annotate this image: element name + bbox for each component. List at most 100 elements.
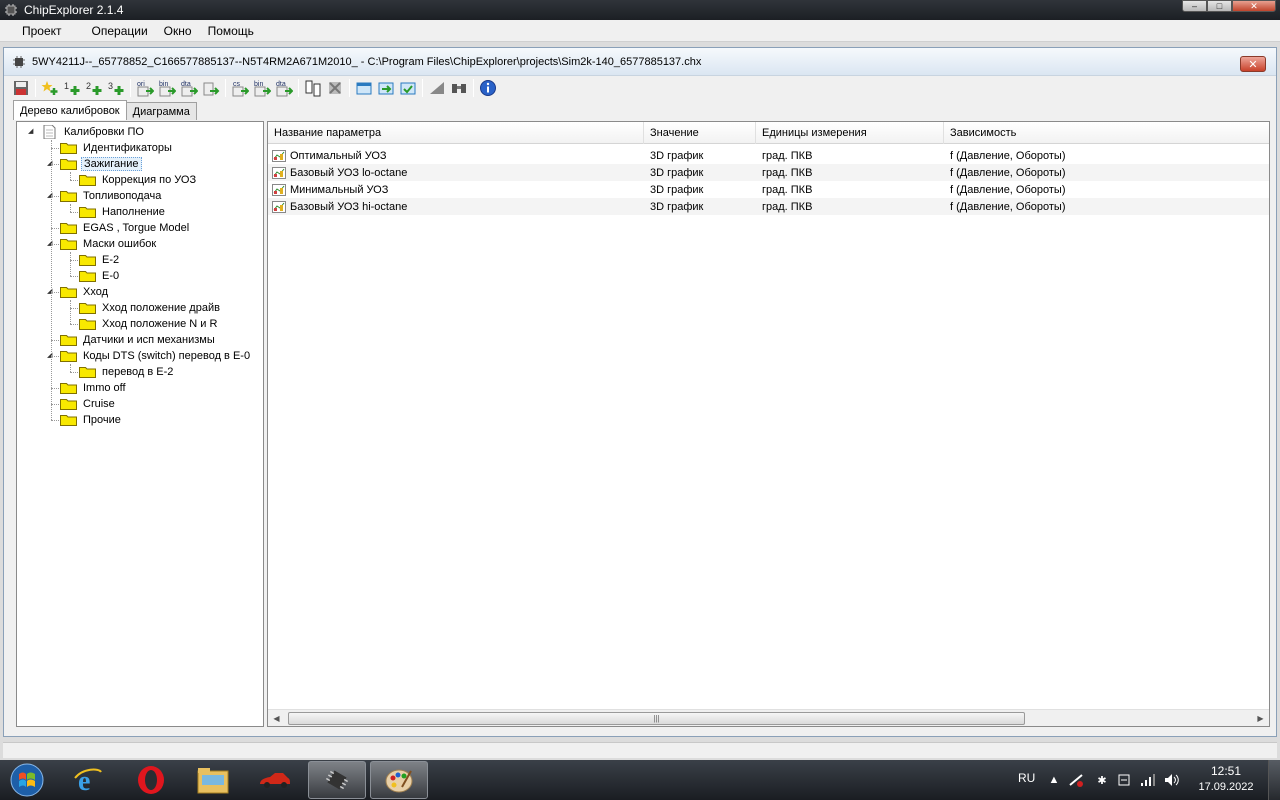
taskbar-opera[interactable] xyxy=(122,761,180,799)
binoculars-button[interactable] xyxy=(448,77,470,99)
system-clock[interactable]: 12:51 17.09.2022 xyxy=(1190,764,1262,793)
tree-item[interactable]: Калибровки ПО xyxy=(41,124,146,140)
tab-diagram[interactable]: Диаграмма xyxy=(125,102,197,120)
folder-icon xyxy=(60,223,77,234)
project-close-button[interactable]: ✕ xyxy=(1240,56,1266,72)
tree-connector xyxy=(51,148,59,149)
add-1-icon: 1 xyxy=(64,81,80,95)
tree-item[interactable]: Топливоподача xyxy=(60,188,163,204)
tree-item[interactable]: Коды DTS (switch) перевод в E-0 xyxy=(60,348,252,364)
tree-connector xyxy=(51,244,59,245)
tree-item[interactable]: Прочие xyxy=(60,412,123,428)
window-icon xyxy=(356,82,372,95)
ramp-button[interactable] xyxy=(426,77,448,99)
tree-expander-icon[interactable]: ◢ xyxy=(28,128,36,136)
window-button[interactable] xyxy=(353,77,375,99)
menu-project[interactable]: Проект xyxy=(14,24,70,38)
delete-button[interactable] xyxy=(324,77,346,99)
table-row[interactable]: Минимальный УОЗ 3D график град. ПКВ f (Давл… xyxy=(268,181,1269,198)
cell-name: Минимальный УОЗ xyxy=(268,181,644,198)
save-button[interactable] xyxy=(10,77,32,99)
cell-text: град. ПКВ xyxy=(762,149,813,162)
window-arrow-button[interactable] xyxy=(375,77,397,99)
open-dta-button[interactable]: dta xyxy=(178,77,200,99)
about-button[interactable] xyxy=(477,77,499,99)
column-header-units[interactable]: Единицы измерения xyxy=(756,122,944,144)
save-dta-button[interactable]: dta xyxy=(273,77,295,99)
scrollbar-thumb[interactable]: ||| xyxy=(288,712,1025,725)
import-button[interactable] xyxy=(200,77,222,99)
add-2-button[interactable]: 2 xyxy=(83,77,105,99)
show-desktop-button[interactable] xyxy=(1268,760,1280,800)
taskbar-ie[interactable]: e xyxy=(59,761,117,799)
add-1-button[interactable]: 1 xyxy=(61,77,83,99)
taskbar-chipexplorer[interactable] xyxy=(308,761,366,799)
sync-icon[interactable] xyxy=(1116,772,1132,788)
tree-item[interactable]: Маски ошибок xyxy=(60,236,158,252)
column-header-value[interactable]: Значение xyxy=(644,122,756,144)
delete-icon xyxy=(329,82,341,94)
svg-text:3: 3 xyxy=(108,81,113,91)
tree-item[interactable]: Xход xyxy=(60,284,110,300)
checksum-icon: cs xyxy=(232,81,249,97)
dta-file-icon: dta xyxy=(181,81,198,97)
add-button[interactable] xyxy=(39,77,61,99)
language-indicator[interactable]: RU xyxy=(1018,771,1035,785)
minimize-button[interactable]: – xyxy=(1182,0,1207,12)
bluetooth-icon[interactable]: ✱ xyxy=(1094,772,1110,788)
add-3-button[interactable]: 3 xyxy=(105,77,127,99)
scroll-left-icon[interactable]: ◀ xyxy=(268,710,285,726)
ramp-icon xyxy=(430,82,444,94)
tree-item[interactable]: E-0 xyxy=(79,268,121,284)
column-header-dependency[interactable]: Зависимость xyxy=(944,122,1269,144)
tree-item[interactable]: Коррекция по УОЗ xyxy=(79,172,198,188)
compare-button[interactable] xyxy=(302,77,324,99)
tree-item[interactable]: Зажигание xyxy=(60,156,142,172)
save-bin-button[interactable]: bin xyxy=(251,77,273,99)
table-row[interactable]: Оптимальный УОЗ 3D график град. ПКВ f (Давл… xyxy=(268,147,1269,164)
tree-item[interactable]: Cruise xyxy=(60,396,117,412)
tree-item[interactable]: E-2 xyxy=(79,252,121,268)
folder-icon xyxy=(60,191,77,202)
cell-text: град. ПКВ xyxy=(762,183,813,196)
tree-item[interactable]: EGAS , Torgue Model xyxy=(60,220,191,236)
maximize-button[interactable]: □ xyxy=(1207,0,1232,12)
table-row[interactable]: Базовый УОЗ hi-octane 3D график град. ПКВ f… xyxy=(268,198,1269,215)
cell-text: Минимальный УОЗ xyxy=(290,183,389,196)
scroll-right-icon[interactable]: ▶ xyxy=(1252,710,1269,726)
tree-item[interactable]: Датчики и исп механизмы xyxy=(60,332,217,348)
cell-dependency: f (Давление, Обороты) xyxy=(944,164,1269,181)
window-arrow-icon xyxy=(378,82,394,95)
tree-item[interactable]: Xход положение N и R xyxy=(79,316,219,332)
cell-text: f (Давление, Обороты) xyxy=(950,200,1066,213)
signal-icon[interactable] xyxy=(1140,772,1156,788)
taskbar-explorer[interactable] xyxy=(184,761,242,799)
open-ori-button[interactable]: ori xyxy=(134,77,156,99)
volume-icon[interactable] xyxy=(1164,772,1180,788)
tray-expand-icon[interactable]: ▲ xyxy=(1046,772,1062,788)
tree-item[interactable]: Наполнение xyxy=(79,204,167,220)
tree-item[interactable]: перевод в E-2 xyxy=(79,364,175,380)
taskbar-paint[interactable] xyxy=(370,761,428,799)
tree-item[interactable]: Xход положение драйв xyxy=(79,300,222,316)
menu-window[interactable]: Окно xyxy=(156,24,200,38)
column-header-name[interactable]: Название параметра xyxy=(268,122,644,144)
table-row[interactable]: Базовый УОЗ lo-octane 3D график град. ПКВ f… xyxy=(268,164,1269,181)
windows-logo-icon xyxy=(10,763,44,797)
network-alert-icon[interactable] xyxy=(1068,772,1084,788)
checksum-button[interactable]: cs xyxy=(229,77,251,99)
start-button[interactable] xyxy=(4,761,50,799)
horizontal-scrollbar[interactable]: ◀ ||| ▶ xyxy=(268,709,1269,726)
window-check-icon xyxy=(400,82,416,95)
tab-calibration-tree[interactable]: Дерево калибровок xyxy=(13,100,127,120)
window-check-button[interactable] xyxy=(397,77,419,99)
calibration-tree[interactable]: ◢ Калибровки ПО Идентификаторы ◢ Зажигание Ко… xyxy=(16,121,264,727)
open-bin-button[interactable]: bin xyxy=(156,77,178,99)
menu-operations[interactable]: Операции xyxy=(84,24,156,38)
close-button[interactable]: ✕ xyxy=(1232,0,1276,12)
tree-item-label: Наполнение xyxy=(102,206,165,218)
tree-item[interactable]: Immo off xyxy=(60,380,128,396)
tree-item[interactable]: Идентификаторы xyxy=(60,140,174,156)
taskbar-car-app[interactable] xyxy=(246,761,304,799)
menu-help[interactable]: Помощь xyxy=(200,24,262,38)
